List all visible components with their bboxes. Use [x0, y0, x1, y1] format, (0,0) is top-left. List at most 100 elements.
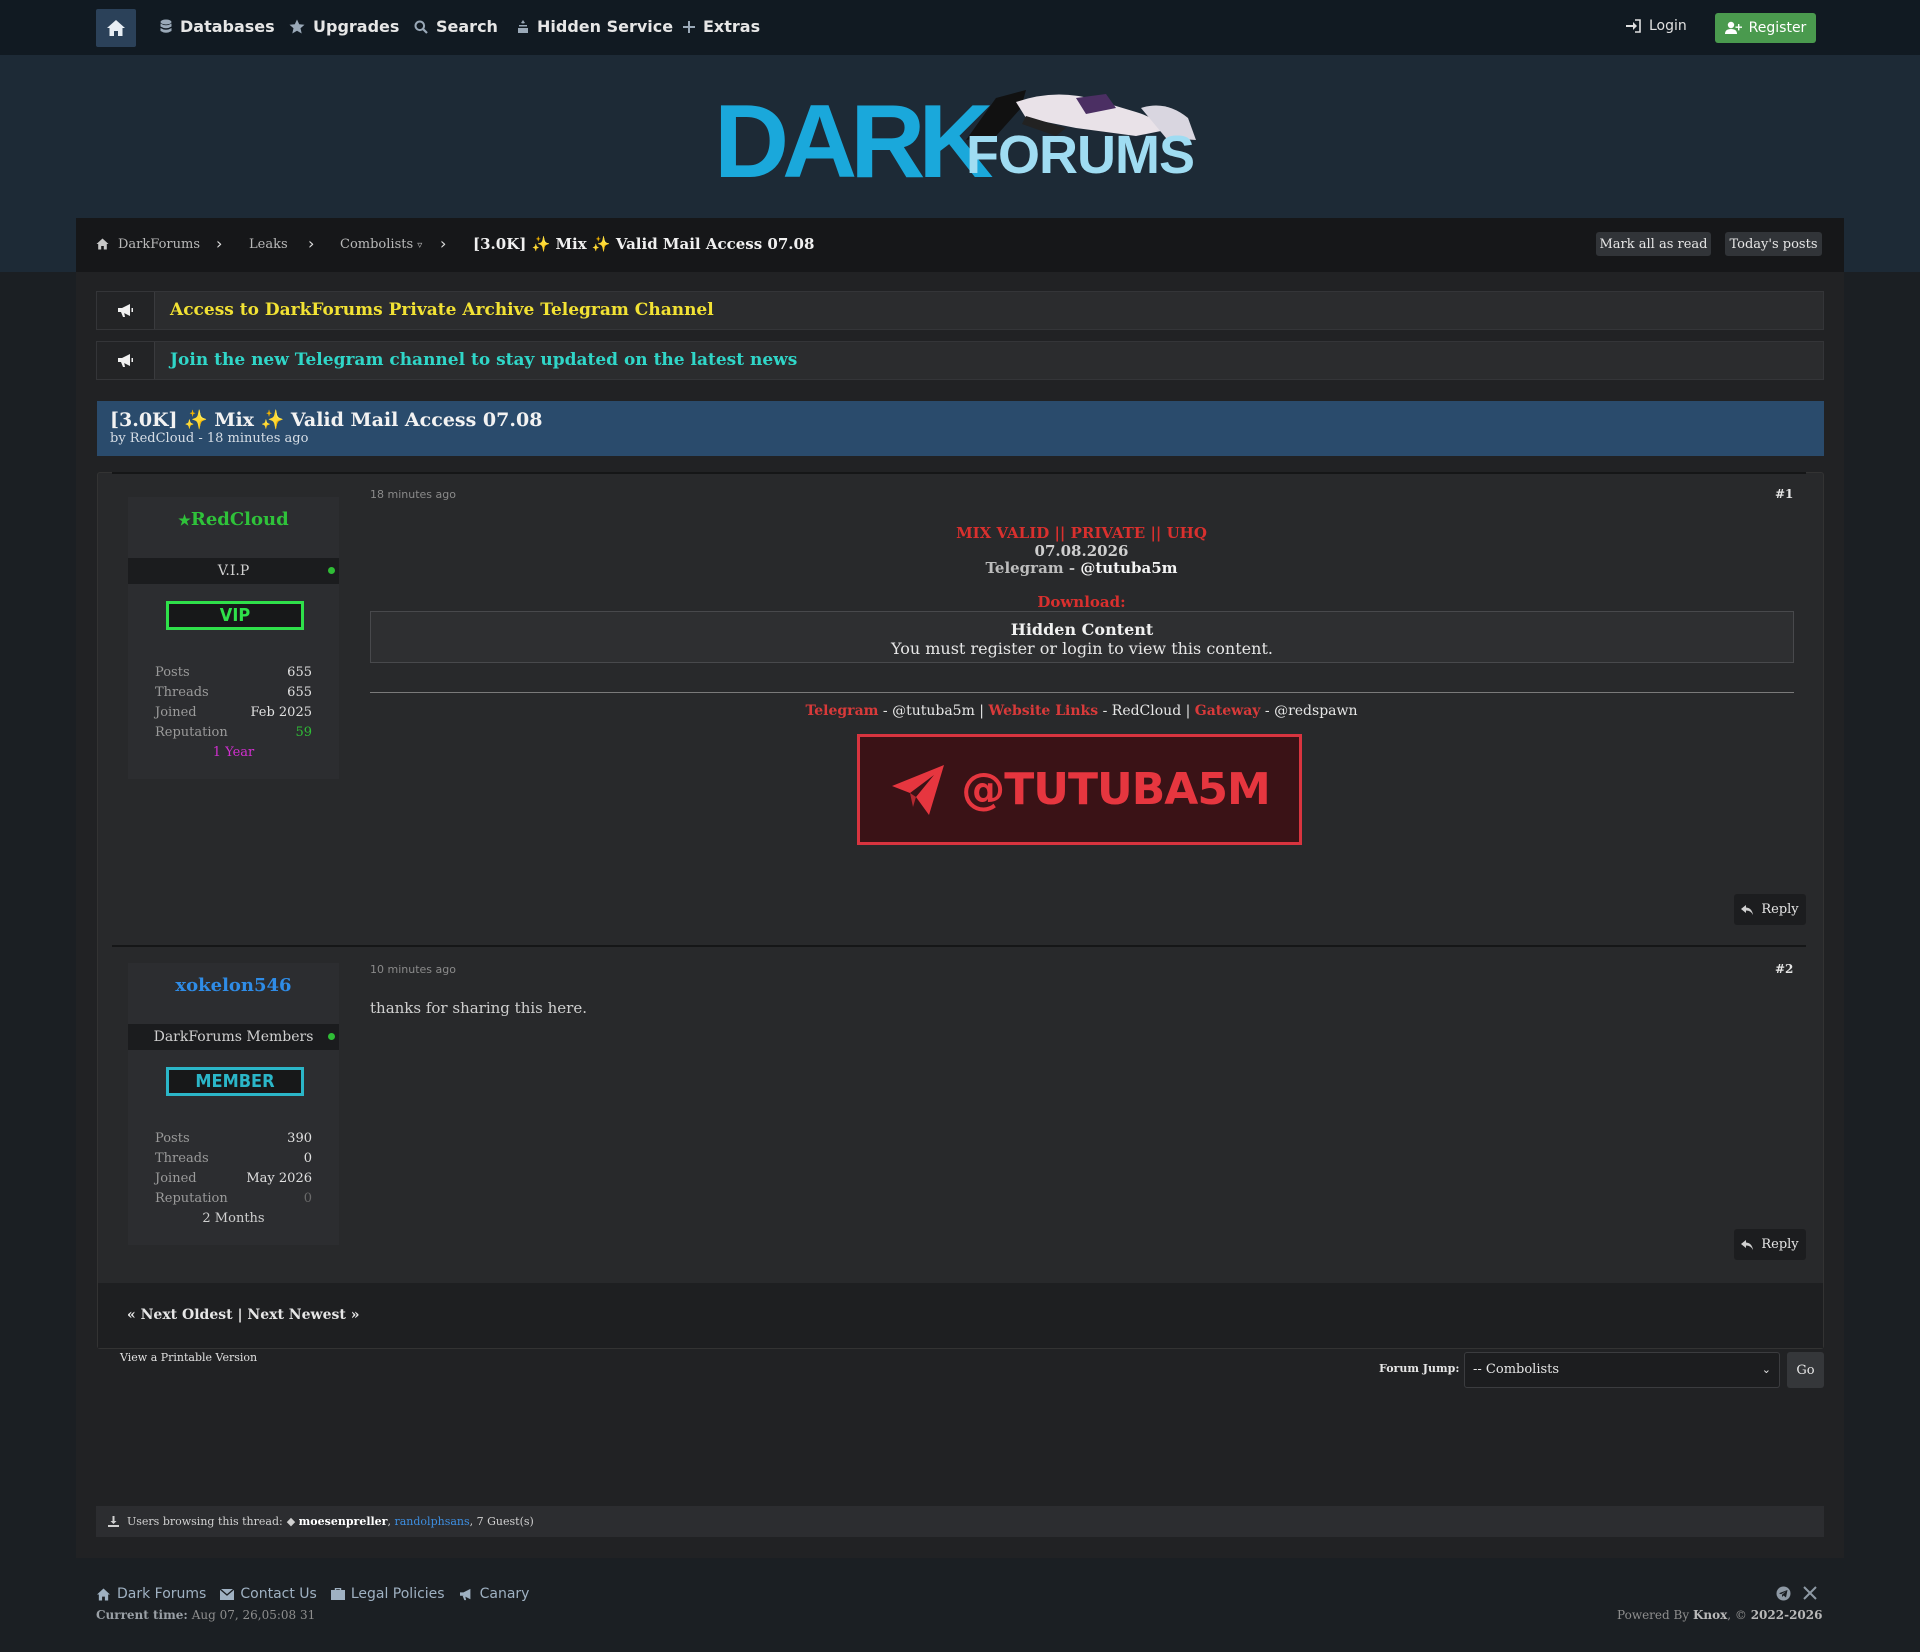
browsing-users: ◆ moesenpreller, randolphsans, 7 Guest(s…: [286, 1515, 534, 1528]
stat-value[interactable]: 0: [304, 1191, 312, 1206]
stat-value: 655: [287, 665, 312, 680]
stat-value: Feb 2025: [250, 705, 312, 720]
post-divider: [370, 692, 1794, 693]
stat-reputation: Reputation 59: [155, 725, 312, 740]
author-role-label: V.I.P: [217, 563, 250, 579]
author-tenure: 1 Year: [212, 745, 255, 760]
footer-link-dark-forums[interactable]: Dark Forums: [96, 1586, 206, 1602]
telegram-banner-text: @TUTUBA5M: [961, 764, 1270, 815]
megaphone-icon: [118, 354, 133, 367]
powered-name[interactable]: Knox: [1693, 1608, 1727, 1622]
announcement-text: Access to DarkForums Private Archive Tel…: [170, 300, 714, 320]
nav-search[interactable]: Search: [414, 17, 498, 36]
telegram-link[interactable]: Telegram: [805, 703, 878, 719]
copyright-symbol: , ©: [1727, 1608, 1751, 1622]
star-icon: [289, 19, 305, 34]
hidden-content-message: You must register or login to view this …: [891, 639, 1273, 658]
post-number[interactable]: #1: [1775, 487, 1793, 501]
nav-extras-label: Extras: [703, 17, 761, 36]
post-number[interactable]: #2: [1775, 962, 1793, 976]
footer-link-contact-us[interactable]: Contact Us: [220, 1586, 317, 1602]
stat-value: 0: [303, 1151, 312, 1166]
download-icon: [108, 1516, 119, 1527]
home-button[interactable]: [96, 9, 136, 47]
briefcase-icon: [330, 1588, 345, 1600]
author-name-label: RedCloud: [190, 509, 289, 530]
nav-extras[interactable]: Extras: [683, 17, 760, 36]
nav-databases[interactable]: Databases: [160, 17, 275, 36]
post-telegram-line: Telegram - @tutuba5m: [370, 559, 1793, 577]
chevron-right-icon: ›: [308, 234, 315, 253]
login-label: Login: [1649, 18, 1687, 34]
stat-posts: Posts 390: [155, 1131, 312, 1146]
thread-byline: by RedCloud - 18 minutes ago: [110, 431, 309, 446]
logo-text-forums: FORUMS: [966, 125, 1195, 185]
todays-posts-button[interactable]: Today's posts: [1725, 232, 1822, 256]
author-role: V.I.P: [128, 558, 339, 584]
stat-posts: Posts 655: [155, 665, 312, 680]
mark-all-read-button[interactable]: Mark all as read: [1596, 232, 1711, 256]
tor-onion-icon: [518, 20, 528, 33]
breadcrumb-combolists-label: Combolists: [340, 237, 414, 252]
forum-jump-go-button[interactable]: Go: [1787, 1352, 1824, 1388]
stat-joined: Joined Feb 2025: [155, 705, 312, 720]
member-badge: MEMBER: [166, 1067, 304, 1096]
nav-hidden-service-label: Hidden Service: [537, 17, 674, 36]
browsing-user[interactable]: moesenpreller: [299, 1515, 388, 1528]
stat-label: Posts: [155, 665, 190, 680]
chevron-down-icon: ⌄: [1761, 1363, 1771, 1376]
announcement-telegram[interactable]: Join the new Telegram channel to stay up…: [96, 341, 1824, 380]
browsing-user[interactable]: randolphsans: [394, 1515, 469, 1528]
breadcrumb-home[interactable]: DarkForums: [118, 237, 200, 252]
register-button[interactable]: Register: [1715, 13, 1816, 43]
signature-links: Telegram - @tutuba5m | Website Links - R…: [370, 703, 1793, 719]
website-links-link[interactable]: Website Links: [988, 703, 1098, 719]
stat-value[interactable]: 59: [295, 725, 312, 740]
stat-label: Joined: [155, 1171, 197, 1186]
powered-prefix: Powered By: [1617, 1608, 1693, 1622]
stat-label: Posts: [155, 1131, 190, 1146]
printable-version-link[interactable]: View a Printable Version: [120, 1351, 257, 1364]
post-date: 07.08.2026: [1034, 542, 1129, 560]
nav-upgrades[interactable]: Upgrades: [289, 17, 399, 36]
nav-upgrades-label: Upgrades: [313, 17, 400, 36]
author-role: DarkForums Members: [128, 1024, 339, 1050]
plus-icon: [683, 20, 695, 33]
forum-jump-selected: -- Combolists: [1473, 1362, 1560, 1377]
nav-hidden-service[interactable]: Hidden Service: [517, 17, 673, 36]
reply-button[interactable]: Reply: [1734, 1229, 1806, 1260]
x-twitter-icon[interactable]: [1803, 1586, 1817, 1600]
site-logo[interactable]: DARK FORUMS: [714, 78, 1204, 196]
stat-label: Threads: [155, 1151, 209, 1166]
gateway-link[interactable]: Gateway: [1195, 703, 1261, 719]
post-body: thanks for sharing this here.: [370, 999, 587, 1017]
chevron-right-icon: ›: [440, 234, 447, 253]
footer-link-label: Dark Forums: [117, 1586, 207, 1602]
telegram-prefix: Telegram -: [985, 559, 1081, 577]
breadcrumb-current: [3.0K] ✨ Mix ✨ Valid Mail Access 07.08: [473, 235, 815, 253]
online-status-dot: [328, 567, 335, 574]
telegram-icon[interactable]: [1776, 1586, 1791, 1601]
stat-threads: Threads 0: [155, 1151, 312, 1166]
megaphone-icon: [459, 1588, 470, 1600]
telegram-banner-image[interactable]: @TUTUBA5M: [857, 734, 1302, 845]
powered-by: Powered By Knox, © 2022-2026: [1617, 1608, 1822, 1622]
stat-reputation: Reputation 0: [155, 1191, 312, 1206]
author-name[interactable]: xokelon546: [128, 975, 339, 996]
footer-link-legal-policies[interactable]: Legal Policies: [330, 1586, 445, 1602]
online-status-dot: [328, 1033, 335, 1040]
footer-link-canary[interactable]: Canary: [459, 1586, 529, 1602]
login-link[interactable]: Login: [1626, 18, 1687, 34]
announcement-archive[interactable]: Access to DarkForums Private Archive Tel…: [96, 291, 1824, 330]
browsing-prefix: Users browsing this thread:: [127, 1515, 283, 1528]
forum-jump-select[interactable]: -- Combolists ⌄: [1464, 1352, 1780, 1388]
thread-title: [3.0K] ✨ Mix ✨ Valid Mail Access 07.08: [110, 409, 543, 431]
vip-badge: VIP: [166, 601, 304, 630]
breadcrumb-leaks[interactable]: Leaks: [249, 237, 288, 252]
breadcrumb-combolists[interactable]: Combolists ▿: [340, 237, 422, 252]
next-oldest-newest-links[interactable]: « Next Oldest | Next Newest »: [127, 1307, 359, 1323]
home-icon: [107, 20, 125, 36]
reply-button[interactable]: Reply: [1734, 894, 1806, 925]
telegram-plane-icon: [892, 764, 945, 815]
author-name[interactable]: ★RedCloud: [128, 509, 339, 530]
